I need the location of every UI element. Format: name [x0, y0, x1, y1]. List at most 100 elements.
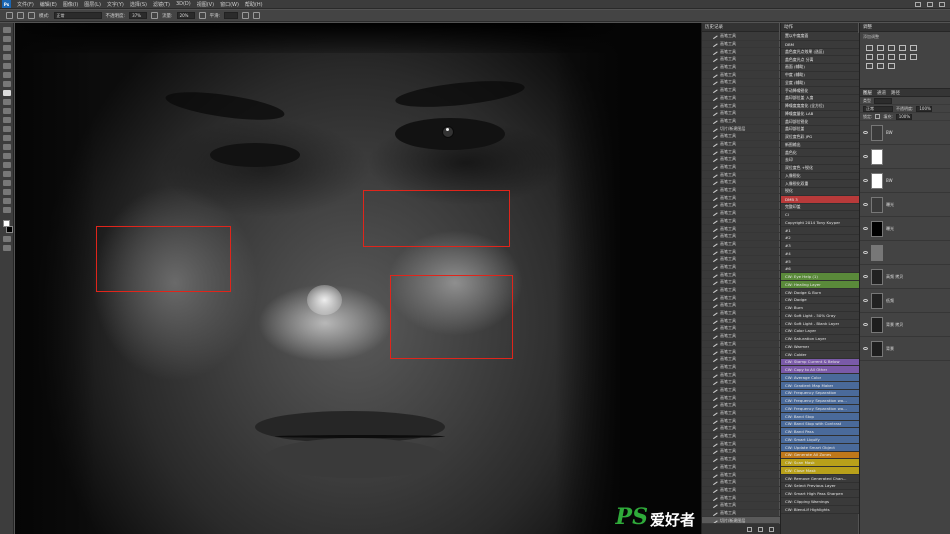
- adjustment-icon[interactable]: [877, 54, 884, 60]
- adjustment-icon[interactable]: [877, 45, 884, 51]
- history-item[interactable]: 画笔工具: [702, 248, 780, 256]
- smooth-field[interactable]: [224, 12, 239, 19]
- action-item[interactable]: CW: Smart High Pass Sharpen: [781, 490, 859, 498]
- visibility-eye-icon[interactable]: [863, 251, 868, 254]
- magic-wand-tool-icon[interactable]: [2, 54, 11, 60]
- action-item[interactable]: 入像锐化双重: [781, 180, 859, 188]
- history-item[interactable]: 画笔工具: [702, 271, 780, 279]
- actions-panel-title[interactable]: 动作: [781, 23, 858, 32]
- history-item[interactable]: 画笔工具: [702, 417, 780, 426]
- layer-row[interactable]: [860, 241, 950, 265]
- menu-item[interactable]: 图层(L): [81, 1, 104, 8]
- action-item[interactable]: 盖色度光点 分离: [781, 56, 859, 64]
- history-item[interactable]: 画笔工具: [702, 340, 780, 349]
- airbrush-icon[interactable]: [198, 12, 206, 19]
- gear-icon[interactable]: [242, 12, 250, 19]
- action-item[interactable]: #1: [781, 226, 859, 235]
- action-item[interactable]: CW: Warmer: [781, 343, 859, 351]
- menu-item[interactable]: 图像(I): [60, 1, 81, 8]
- history-item[interactable]: 画笔工具: [702, 494, 780, 502]
- layer-row[interactable]: 曝光: [860, 217, 950, 241]
- history-item[interactable]: 画笔工具: [702, 356, 780, 364]
- history-item[interactable]: 画笔工具: [702, 187, 780, 195]
- fill-field[interactable]: 100%: [895, 113, 912, 120]
- history-item[interactable]: 画笔工具: [702, 256, 780, 264]
- quick-mask-icon[interactable]: [2, 236, 11, 242]
- history-item[interactable]: 画笔工具: [702, 440, 780, 449]
- action-item[interactable]: CW: Healing Layer: [781, 281, 859, 289]
- history-item[interactable]: 画笔工具: [702, 502, 780, 510]
- action-item[interactable]: #4: [781, 250, 859, 258]
- menu-item[interactable]: 帮助(H): [242, 1, 266, 8]
- flow-field[interactable]: 20%: [176, 12, 195, 19]
- layer-row[interactable]: 低频: [860, 289, 950, 313]
- action-item[interactable]: CW: Update Smart Object: [781, 443, 859, 452]
- action-item[interactable]: CW: Blend-If Highlights: [781, 505, 859, 514]
- action-item[interactable]: CW: Remove Generated Chan...: [781, 474, 859, 483]
- history-item[interactable]: 画笔工具: [702, 386, 780, 395]
- history-item[interactable]: 画笔工具: [702, 48, 780, 57]
- history-item[interactable]: 画笔工具: [702, 87, 780, 95]
- history-item[interactable]: 画笔工具: [702, 448, 780, 456]
- action-item[interactable]: DMB 3: [781, 195, 859, 204]
- history-item[interactable]: 画笔工具: [702, 333, 780, 341]
- action-item[interactable]: CW: Burn: [781, 304, 859, 312]
- visibility-eye-icon[interactable]: [863, 179, 868, 182]
- history-item[interactable]: 画笔工具: [702, 279, 780, 287]
- action-item[interactable]: #6: [781, 265, 859, 274]
- history-item[interactable]: 画笔工具: [702, 471, 780, 479]
- layers-tab[interactable]: 图层: [863, 90, 872, 96]
- move-tool-icon[interactable]: [2, 27, 11, 33]
- history-item[interactable]: 画笔工具: [702, 148, 780, 156]
- action-item[interactable]: CW: Dodge: [781, 296, 859, 305]
- layer-row[interactable]: 曝光: [860, 193, 950, 217]
- action-item[interactable]: CW: Frequency Separation wo...: [781, 405, 859, 413]
- adjustment-icon[interactable]: [888, 45, 895, 51]
- history-item[interactable]: 画笔工具: [702, 509, 780, 518]
- action-item[interactable]: CW: Generate All Zones: [781, 451, 859, 460]
- layers-tab[interactable]: 路径: [891, 90, 900, 96]
- hand-tool-icon[interactable]: [2, 189, 11, 195]
- background-color-swatch[interactable]: [6, 226, 13, 233]
- history-item[interactable]: 画笔工具: [702, 140, 780, 149]
- action-item[interactable]: CW: Soft Light - 50% Gray: [781, 312, 859, 320]
- adjustment-icon[interactable]: [866, 63, 873, 69]
- screen-mode-icon[interactable]: [2, 245, 11, 251]
- brush-tool-icon[interactable]: [6, 12, 13, 19]
- action-item[interactable]: Copyright 2014 Tony Kuyper: [781, 219, 859, 227]
- menu-item[interactable]: 编辑(E): [37, 1, 60, 8]
- adjustment-icon[interactable]: [899, 54, 906, 60]
- action-item[interactable]: CW: Eye Help (1): [781, 273, 859, 281]
- new-document-icon[interactable]: [747, 526, 752, 532]
- action-item[interactable]: CW: Average Color: [781, 374, 859, 382]
- action-item[interactable]: CW: Colder: [781, 350, 859, 359]
- history-item[interactable]: 画笔工具: [702, 133, 780, 141]
- lasso-tool-icon[interactable]: [2, 45, 11, 51]
- brush-tool-icon[interactable]: [2, 90, 11, 96]
- history-item[interactable]: 画笔工具: [702, 171, 780, 180]
- action-item[interactable]: 完整印盖: [781, 203, 859, 212]
- history-item[interactable]: 画笔工具: [702, 456, 780, 464]
- action-item[interactable]: 降噪度量化 LAB: [781, 110, 859, 119]
- adjustment-icon[interactable]: [877, 63, 884, 69]
- history-item[interactable]: 切片/新建图层: [702, 517, 780, 523]
- action-item[interactable]: 锐化: [781, 188, 859, 196]
- path-selection-tool-icon[interactable]: [2, 171, 11, 177]
- history-item[interactable]: 画笔工具: [702, 79, 780, 87]
- action-item[interactable]: 中度 (辅助): [781, 71, 859, 80]
- trash-icon[interactable]: [769, 526, 774, 532]
- adjustment-icon[interactable]: [910, 45, 917, 51]
- history-item[interactable]: 画笔工具: [702, 325, 780, 333]
- layer-row[interactable]: 高频 拷贝: [860, 265, 950, 289]
- blend-mode-select[interactable]: 正常: [863, 105, 893, 112]
- action-item[interactable]: 入像锐化: [781, 172, 859, 181]
- gradient-tool-icon[interactable]: [2, 126, 11, 132]
- action-item[interactable]: 全度 (辅助): [781, 79, 859, 88]
- action-item[interactable]: #2: [781, 234, 859, 243]
- action-item[interactable]: 双位度色 +锐化: [781, 164, 859, 173]
- action-item[interactable]: CI: [781, 211, 859, 219]
- action-item[interactable]: CW: Smart Liquify: [781, 436, 859, 444]
- action-item[interactable]: 双位度色彩 JPG: [781, 133, 859, 142]
- history-brush-tool-icon[interactable]: [2, 108, 11, 114]
- history-item[interactable]: 画笔工具: [702, 402, 780, 410]
